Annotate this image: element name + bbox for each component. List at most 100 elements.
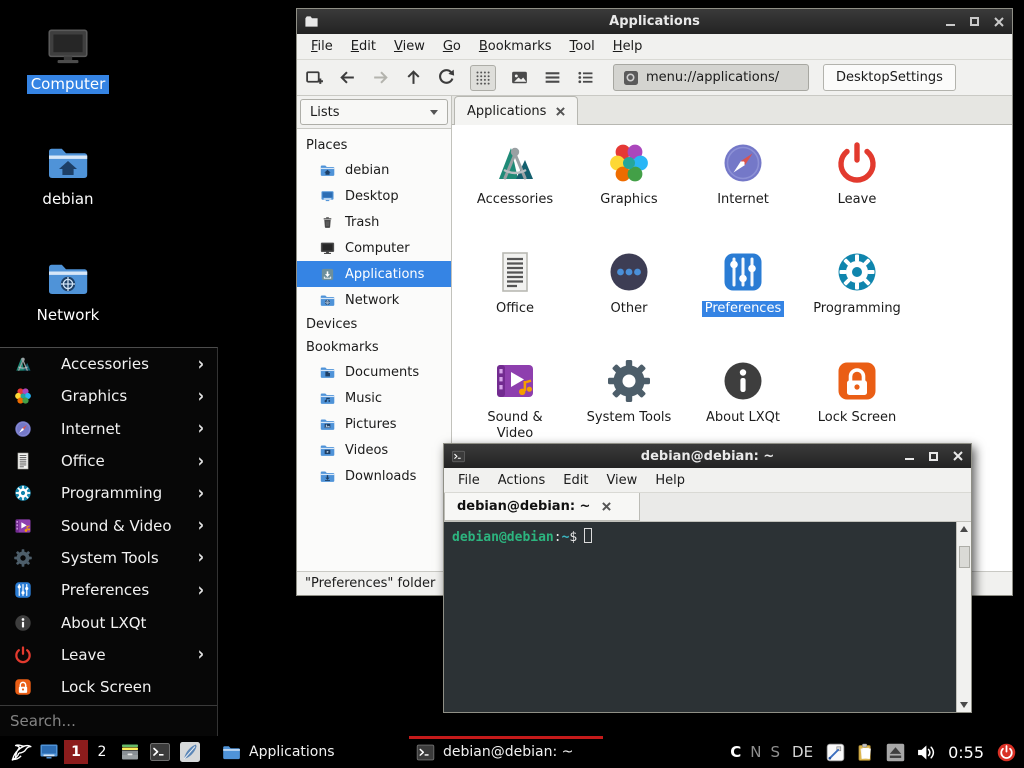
compact-view-button[interactable]	[543, 68, 562, 87]
keyboard-layout-indicator[interactable]: DE	[792, 743, 813, 761]
workspace-2-button[interactable]: 2	[90, 740, 114, 764]
sidebar-item-pictures[interactable]: Pictures	[297, 411, 451, 437]
app-item-graphics[interactable]: Graphics	[572, 135, 686, 244]
app-menu-item-preferences[interactable]: Preferences	[0, 574, 217, 606]
menu-bookmarks[interactable]: Bookmarks	[470, 36, 561, 57]
app-item-preferences[interactable]: Preferences	[686, 244, 800, 353]
desktop-icon-debian[interactable]: debian	[16, 139, 120, 209]
menu-help[interactable]: Help	[646, 470, 694, 491]
removable-media-eject-icon[interactable]	[885, 742, 906, 763]
sidebar-item-network[interactable]: Network	[297, 287, 451, 313]
app-menu-item-graphics[interactable]: Graphics	[0, 380, 217, 412]
side-panel-mode-combo[interactable]: Lists	[300, 99, 448, 125]
tab-close-icon[interactable]	[556, 107, 565, 116]
maximize-button[interactable]	[929, 452, 938, 461]
workspace-1-button[interactable]: 1	[64, 740, 88, 764]
volume-icon[interactable]	[915, 742, 936, 763]
menu-actions[interactable]: Actions	[489, 470, 555, 491]
app-menu-item-system-tools[interactable]: System Tools	[0, 542, 217, 574]
other-icon	[605, 248, 653, 296]
app-menu-search-input[interactable]	[0, 712, 217, 730]
app-menu-item-leave[interactable]: Leave	[0, 639, 217, 671]
task-terminal[interactable]: debian@debian: ~	[409, 736, 603, 768]
scroll-up-icon[interactable]	[960, 526, 968, 532]
forward-button[interactable]	[371, 68, 390, 87]
sidebar-item-computer[interactable]: Computer	[297, 235, 451, 261]
desktop-icon-network[interactable]: Network	[16, 255, 120, 325]
sidebar-item-label: Music	[345, 391, 382, 406]
maximize-button[interactable]	[970, 17, 979, 26]
new-tab-button[interactable]	[305, 68, 324, 87]
menu-view[interactable]: View	[385, 36, 434, 57]
tab-close-icon[interactable]	[602, 502, 611, 511]
thumbnail-view-button[interactable]	[510, 68, 529, 87]
menu-file[interactable]: File	[449, 470, 489, 491]
sidebar-item-videos[interactable]: Videos	[297, 437, 451, 463]
back-button[interactable]	[338, 68, 357, 87]
terminal-screen[interactable]: debian@debian:~$	[444, 522, 956, 712]
app-menu-item-accessories[interactable]: Accessories	[0, 348, 217, 380]
accessories-icon	[491, 139, 539, 187]
app-menu-button[interactable]	[5, 736, 35, 768]
app-menu-item-lock-screen[interactable]: Lock Screen	[0, 671, 217, 703]
up-button[interactable]	[404, 68, 423, 87]
clock[interactable]: 0:55	[948, 743, 984, 762]
terminal-titlebar[interactable]: debian@debian: ~	[444, 444, 971, 468]
menu-view[interactable]: View	[597, 470, 646, 491]
app-item-programming[interactable]: Programming	[800, 244, 914, 353]
text-editor-launcher[interactable]	[175, 736, 205, 768]
app-item-label: Preferences	[702, 301, 784, 317]
submenu-arrow-icon	[198, 452, 204, 471]
desktop-icon-computer[interactable]: Computer	[16, 22, 120, 94]
desktop-settings-button[interactable]: DesktopSettings	[823, 64, 956, 91]
scrollbar-thumb[interactable]	[959, 546, 970, 568]
terminal-icon	[415, 742, 436, 763]
app-menu-item-about-lxqt[interactable]: About LXQt	[0, 606, 217, 638]
terminal-tab[interactable]: debian@debian: ~	[444, 493, 640, 521]
show-desktop-button[interactable]	[35, 736, 63, 768]
app-item-other[interactable]: Other	[572, 244, 686, 353]
app-item-leave[interactable]: Leave	[800, 135, 914, 244]
minimize-button[interactable]	[905, 458, 914, 460]
address-bar[interactable]: menu://applications/	[613, 64, 809, 91]
power-button-icon[interactable]	[996, 742, 1017, 763]
app-menu-item-programming[interactable]: Programming	[0, 477, 217, 509]
icon-view-button[interactable]	[470, 65, 496, 91]
close-button[interactable]	[994, 17, 1004, 27]
terminal-scrollbar[interactable]	[956, 522, 971, 712]
refresh-button[interactable]	[437, 68, 456, 87]
task-applications[interactable]: Applications	[215, 736, 397, 768]
menu-tool[interactable]: Tool	[561, 36, 604, 57]
app-menu-item-office[interactable]: Office	[0, 445, 217, 477]
app-menu-item-internet[interactable]: Internet	[0, 413, 217, 445]
menu-edit[interactable]: Edit	[554, 470, 597, 491]
screenshot-tool-icon[interactable]	[825, 742, 846, 763]
app-item-internet[interactable]: Internet	[686, 135, 800, 244]
terminal-launcher[interactable]	[145, 736, 175, 768]
sidebar-item-desktop[interactable]: Desktop	[297, 183, 451, 209]
app-item-label: Internet	[714, 192, 772, 208]
close-button[interactable]	[953, 451, 963, 461]
sidebar-item-documents[interactable]: Documents	[297, 359, 451, 385]
scroll-down-icon[interactable]	[960, 702, 968, 708]
sidebar-item-downloads[interactable]: Downloads	[297, 463, 451, 489]
file-manager-titlebar[interactable]: Applications	[297, 9, 1012, 34]
sidebar-item-trash[interactable]: Trash	[297, 209, 451, 235]
app-item-accessories[interactable]: Accessories	[458, 135, 572, 244]
menu-file[interactable]: File	[302, 36, 342, 57]
minimize-button[interactable]	[946, 24, 955, 26]
clipboard-icon[interactable]	[855, 742, 876, 763]
detailed-view-button[interactable]	[576, 68, 595, 87]
file-manager-launcher[interactable]	[115, 736, 145, 768]
submenu-arrow-icon	[198, 581, 204, 600]
sidebar-item-debian[interactable]: debian	[297, 157, 451, 183]
network-folder-icon	[42, 255, 94, 303]
app-item-office[interactable]: Office	[458, 244, 572, 353]
sidebar-item-music[interactable]: Music	[297, 385, 451, 411]
menu-go[interactable]: Go	[434, 36, 470, 57]
sidebar-item-applications[interactable]: Applications	[297, 261, 451, 287]
app-menu-item-sound-video[interactable]: Sound & Video	[0, 509, 217, 541]
tab-applications[interactable]: Applications	[454, 96, 578, 125]
menu-help[interactable]: Help	[604, 36, 652, 57]
menu-edit[interactable]: Edit	[342, 36, 385, 57]
